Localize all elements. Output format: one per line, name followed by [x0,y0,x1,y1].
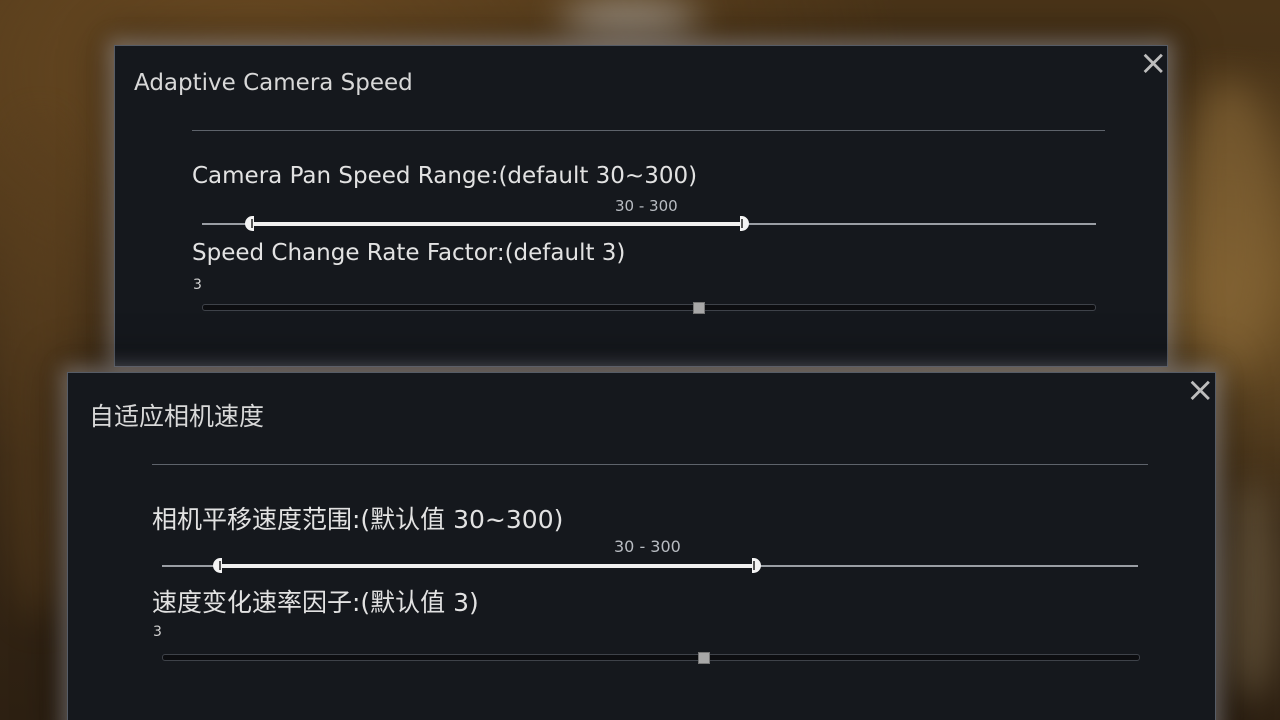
slider-fill [220,564,754,568]
rate-factor-value: 3 [193,277,202,293]
close-icon[interactable]: × [1139,46,1168,80]
pan-range-value: 30 - 300 [614,537,681,556]
speed-change-rate-label: 速度变化速率因子:(默认值 3) [152,588,479,617]
slider-fill [252,222,742,226]
camera-pan-speed-label: 相机平移速度范围:(默认值 30~300) [152,505,564,534]
slider-handle[interactable] [693,302,705,314]
slider-min-handle[interactable] [213,558,222,573]
adaptive-camera-speed-panel-zh: 自适应相机速度 × 相机平移速度范围:(默认值 30~300) 30 - 300… [67,372,1216,720]
speed-change-rate-label: Speed Change Rate Factor:(default 3) [192,240,626,266]
slider-track [162,654,1140,661]
panel-title: 自适应相机速度 [89,402,265,431]
background-blur [560,0,700,40]
title-divider [152,464,1148,465]
slider-handle[interactable] [698,652,710,664]
slider-track [202,304,1096,311]
background-blur [1180,80,1280,380]
background-blur [1220,480,1280,700]
camera-pan-speed-label: Camera Pan Speed Range:(default 30~300) [192,163,698,189]
slider-max-handle[interactable] [740,216,749,231]
slider-max-handle[interactable] [752,558,761,573]
close-icon[interactable]: × [1186,373,1215,407]
title-divider [192,130,1105,131]
adaptive-camera-speed-panel-en: Adaptive Camera Speed × Camera Pan Speed… [114,45,1168,367]
rate-factor-value: 3 [153,624,162,640]
pan-range-value: 30 - 300 [615,197,678,215]
panel-title: Adaptive Camera Speed [134,70,413,96]
slider-min-handle[interactable] [245,216,254,231]
